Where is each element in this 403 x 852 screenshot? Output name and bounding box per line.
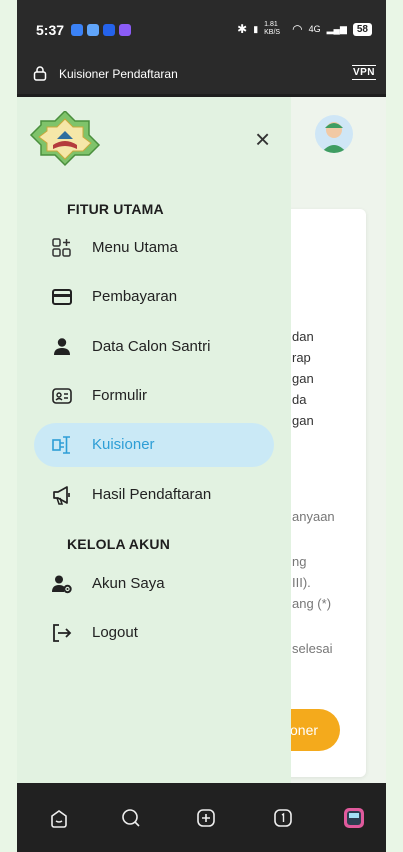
bg-text: gan <box>292 413 314 428</box>
menu-item-pembayaran[interactable]: Pembayaran <box>34 275 274 319</box>
bg-text: III). <box>292 575 311 590</box>
bg-text: da <box>292 392 307 407</box>
status-bar: 5:37 ✱ ▮ 1.81 KB/S ◠ 4G ▂▄▆ 58 <box>17 0 386 54</box>
bg-text: gan <box>292 371 314 386</box>
grid-plus-icon <box>52 238 71 257</box>
vibrate-icon: ▮ <box>253 23 259 34</box>
credit-card-icon <box>52 289 72 305</box>
page-title[interactable]: Kuisioner Pendaftaran <box>59 67 178 81</box>
close-drawer-button[interactable]: × <box>255 126 270 152</box>
avatar[interactable] <box>315 115 353 153</box>
id-card-icon <box>52 388 72 404</box>
menu-item-data-calon-santri[interactable]: Data Calon Santri <box>34 325 274 369</box>
bg-text: selesai <box>292 641 333 656</box>
avatar-icon <box>321 122 347 153</box>
menu-item-label: Hasil Pendaftaran <box>92 486 212 503</box>
lock-icon <box>33 66 47 81</box>
battery-icon: 58 <box>352 22 372 36</box>
section-title-account: KELOLA AKUN <box>67 536 171 552</box>
notification-icon-3 <box>103 24 115 36</box>
web-content: dan rap gan da gan anyaan ng III). ang (… <box>17 97 386 783</box>
notification-icon-4 <box>119 24 131 36</box>
notification-icon-1 <box>71 24 83 36</box>
bg-text: rap <box>292 350 311 365</box>
menu-item-kuisioner[interactable]: Kuisioner <box>34 423 274 467</box>
bluetooth-icon: ✱ <box>237 22 248 36</box>
navigation-drawer: × FITUR UTAMA Menu Utama Pembayaran Data… <box>17 97 291 783</box>
menu-item-label: Data Calon Santri <box>92 338 211 355</box>
signal-label: 4G <box>308 24 321 34</box>
menu-item-formulir[interactable]: Formulir <box>34 374 274 418</box>
person-icon <box>54 338 70 355</box>
signal-icon: ▂▄▆ <box>326 23 347 34</box>
search-icon[interactable] <box>120 807 142 829</box>
profile-icon[interactable] <box>343 807 365 829</box>
questionnaire-icon <box>52 436 70 454</box>
bg-text: dan <box>292 329 314 344</box>
menu-item-logout[interactable]: Logout <box>34 611 274 655</box>
bg-text: ang (*) <box>292 596 332 611</box>
menu-item-label: Kuisioner <box>92 436 155 453</box>
wifi-icon: ◠ <box>292 22 303 36</box>
menu-item-hasil-pendaftaran[interactable]: Hasil Pendaftaran <box>34 473 274 517</box>
network-speed: 1.81 KB/S <box>264 21 281 36</box>
notification-icon-2 <box>87 24 99 36</box>
user-settings-icon <box>52 575 72 594</box>
section-title-main: FITUR UTAMA <box>67 201 164 217</box>
new-tab-icon[interactable] <box>195 807 217 829</box>
menu-item-label: Logout <box>92 624 138 641</box>
megaphone-icon <box>53 486 70 505</box>
content-card <box>278 209 366 777</box>
logo <box>29 111 101 167</box>
menu-item-label: Menu Utama <box>92 239 178 256</box>
menu-item-akun-saya[interactable]: Akun Saya <box>34 562 274 606</box>
menu-item-label: Akun Saya <box>92 575 165 592</box>
browser-bottom-bar <box>17 783 386 852</box>
browser-url-bar: Kuisioner Pendaftaran VPN <box>17 54 386 94</box>
logout-icon <box>53 624 72 642</box>
phone-screen: 5:37 ✱ ▮ 1.81 KB/S ◠ 4G ▂▄▆ 58 Kuisioner… <box>17 0 386 852</box>
home-icon[interactable] <box>48 807 70 829</box>
vpn-button[interactable]: VPN <box>351 65 376 80</box>
menu-item-label: Pembayaran <box>92 288 178 305</box>
menu-item-label: Formulir <box>92 387 147 404</box>
bg-text: anyaan <box>292 509 335 524</box>
menu-item-menu-utama[interactable]: Menu Utama <box>34 226 274 270</box>
tabs-count-icon[interactable] <box>272 807 294 829</box>
status-right: ✱ ▮ 1.81 KB/S ◠ 4G ▂▄▆ 58 <box>237 21 372 37</box>
status-time: 5:37 <box>36 22 65 38</box>
bg-text: ng <box>292 554 307 569</box>
